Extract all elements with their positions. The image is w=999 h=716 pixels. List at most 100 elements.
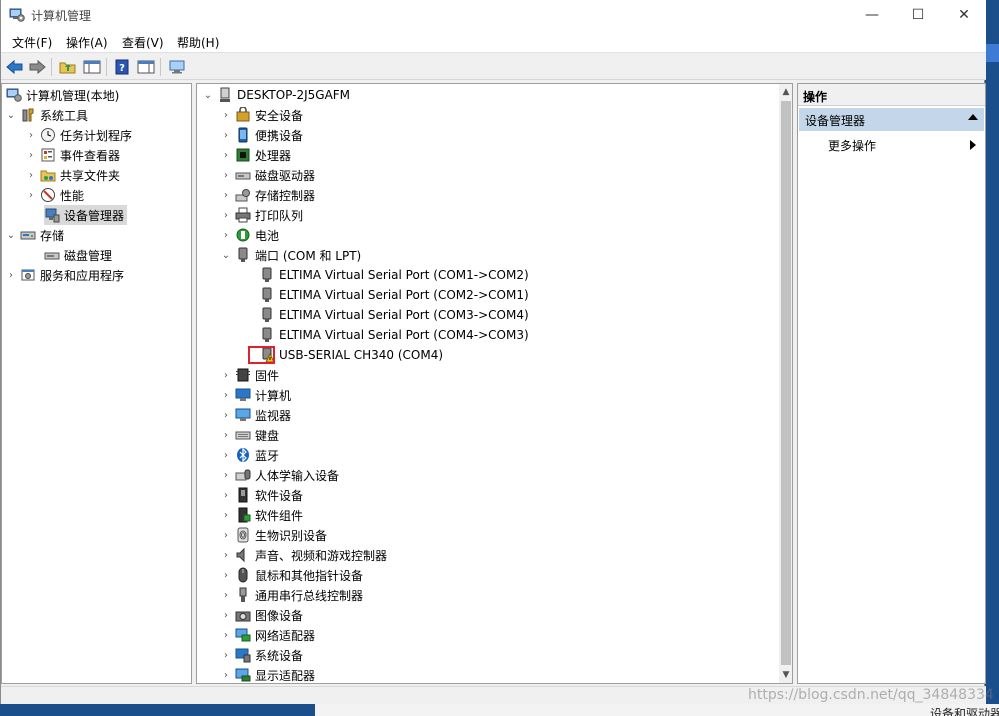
expand-chevron-icon[interactable]: › xyxy=(221,145,231,165)
expand-chevron-icon[interactable]: › xyxy=(221,385,231,405)
expand-chevron-icon[interactable]: › xyxy=(221,565,231,585)
submenu-arrow-icon[interactable] xyxy=(970,140,976,150)
close-button[interactable]: ✕ xyxy=(941,0,987,30)
collapse-chevron-icon[interactable]: ⌄ xyxy=(221,245,231,265)
up-one-level-button[interactable] xyxy=(58,57,78,77)
device-category[interactable]: › 鼠标和其他指针设备 xyxy=(221,565,363,585)
device-category[interactable]: › 监视器 xyxy=(221,405,291,425)
tree-item-storage[interactable]: ⌄ 存储 xyxy=(6,225,64,245)
expand-chevron-icon[interactable]: › xyxy=(221,445,231,465)
monitor-icon xyxy=(235,408,251,421)
device-category-label: 网络适配器 xyxy=(255,628,316,643)
expand-chevron-icon[interactable]: › xyxy=(221,625,231,645)
tree-item-system-tools[interactable]: ⌄ 系统工具 xyxy=(6,105,88,125)
expand-chevron-icon[interactable]: › xyxy=(221,585,231,605)
device-tree-root[interactable]: ⌄ DESKTOP-2J5GAFM xyxy=(203,85,350,105)
device-category-ports[interactable]: ⌄ 端口 (COM 和 LPT) xyxy=(221,245,361,265)
collapse-chevron-icon[interactable]: ⌄ xyxy=(203,85,213,105)
tree-item-event-viewer[interactable]: › 事件查看器 xyxy=(26,145,120,165)
toolbar-separator xyxy=(106,58,107,76)
expand-chevron-icon[interactable]: › xyxy=(221,125,231,145)
port-device-item[interactable]: ELTIMA Virtual Serial Port (COM2->COM1) xyxy=(259,285,529,305)
device-category[interactable]: › 存储控制器 xyxy=(221,185,315,205)
expand-chevron-icon[interactable]: › xyxy=(26,145,36,165)
menu-help[interactable]: 帮助(H) xyxy=(177,34,219,51)
expand-chevron-icon[interactable]: › xyxy=(221,105,231,125)
show-hide-console-tree-button[interactable] xyxy=(82,57,102,77)
back-button[interactable] xyxy=(5,57,25,77)
device-category[interactable]: › 系统设备 xyxy=(221,645,303,665)
device-category[interactable]: › 计算机 xyxy=(221,385,291,405)
device-category[interactable]: › 显示适配器 xyxy=(221,665,315,683)
device-category[interactable]: › 图像设备 xyxy=(221,605,303,625)
device-category[interactable]: › 固件 xyxy=(221,365,279,385)
expand-chevron-icon[interactable]: › xyxy=(221,545,231,565)
expand-chevron-icon[interactable]: › xyxy=(221,365,231,385)
expand-chevron-icon[interactable]: › xyxy=(221,465,231,485)
tree-item-disk-management[interactable]: 磁盘管理 xyxy=(44,245,112,265)
device-category[interactable]: › 声音、视频和游戏控制器 xyxy=(221,545,387,565)
expand-chevron-icon[interactable]: › xyxy=(26,125,36,145)
expand-chevron-icon[interactable]: › xyxy=(221,485,231,505)
device-category[interactable]: › 通用串行总线控制器 xyxy=(221,585,363,605)
collapse-chevron-icon[interactable]: ⌄ xyxy=(6,105,16,125)
expand-chevron-icon[interactable]: › xyxy=(221,185,231,205)
show-hide-action-pane-button[interactable] xyxy=(136,57,156,77)
device-category[interactable]: › 电池 xyxy=(221,225,279,245)
tree-item-services-applications[interactable]: › 服务和应用程序 xyxy=(6,265,124,285)
expand-chevron-icon[interactable]: › xyxy=(221,205,231,225)
action-pane-icon xyxy=(137,60,155,74)
expand-chevron-icon[interactable]: › xyxy=(26,165,36,185)
port-device-item[interactable]: ELTIMA Virtual Serial Port (COM4->COM3) xyxy=(259,325,529,345)
scroll-down-arrow-icon[interactable]: ▼ xyxy=(779,667,792,683)
minimize-button[interactable]: — xyxy=(849,0,895,30)
expand-chevron-icon[interactable]: › xyxy=(221,605,231,625)
expand-chevron-icon[interactable]: › xyxy=(6,265,16,285)
tree-root-item[interactable]: 计算机管理(本地) xyxy=(6,85,119,105)
port-device-item-warning[interactable]: USB-SERIAL CH340 (COM4) xyxy=(259,345,443,365)
expand-chevron-icon[interactable]: › xyxy=(221,225,231,245)
device-category-label: 固件 xyxy=(255,368,280,383)
maximize-button[interactable]: ☐ xyxy=(895,0,941,30)
device-category[interactable]: › 网络适配器 xyxy=(221,625,315,645)
expand-chevron-icon[interactable]: › xyxy=(26,185,36,205)
tree-item-task-scheduler[interactable]: › 任务计划程序 xyxy=(26,125,132,145)
vertical-scrollbar[interactable]: ▲ ▼ xyxy=(779,84,792,683)
port-device-item[interactable]: ELTIMA Virtual Serial Port (COM1->COM2) xyxy=(259,265,529,285)
device-category[interactable]: › 生物识别设备 xyxy=(221,525,327,545)
forward-button[interactable] xyxy=(27,57,47,77)
scrollbar-thumb[interactable] xyxy=(781,101,791,665)
scan-hardware-button[interactable] xyxy=(167,57,187,77)
expand-chevron-icon[interactable]: › xyxy=(221,405,231,425)
expand-chevron-icon[interactable]: › xyxy=(221,645,231,665)
device-category[interactable]: › 软件设备 xyxy=(221,485,303,505)
device-category[interactable]: › 蓝牙 xyxy=(221,445,279,465)
tree-item-shared-folders[interactable]: › 共享文件夹 xyxy=(26,165,120,185)
help-button[interactable]: ? xyxy=(112,57,132,77)
tree-item-performance[interactable]: › 性能 xyxy=(26,185,84,205)
expand-chevron-icon[interactable]: › xyxy=(221,505,231,525)
device-category[interactable]: › 处理器 xyxy=(221,145,291,165)
device-category[interactable]: › 打印队列 xyxy=(221,205,303,225)
menu-action[interactable]: 操作(A) xyxy=(66,34,108,51)
expand-chevron-icon[interactable]: › xyxy=(221,525,231,545)
expand-chevron-icon[interactable]: › xyxy=(221,165,231,185)
device-category[interactable]: › 键盘 xyxy=(221,425,279,445)
device-category[interactable]: › 软件组件 xyxy=(221,505,303,525)
device-category[interactable]: › 安全设备 xyxy=(221,105,303,125)
device-category[interactable]: › 便携设备 xyxy=(221,125,303,145)
menu-file[interactable]: 文件(F) xyxy=(12,34,52,51)
more-actions-item[interactable]: 更多操作 xyxy=(828,137,876,154)
menu-view[interactable]: 查看(V) xyxy=(122,34,164,51)
device-category[interactable]: › 磁盘驱动器 xyxy=(221,165,315,185)
device-category[interactable]: › 人体学输入设备 xyxy=(221,465,339,485)
scroll-up-arrow-icon[interactable]: ▲ xyxy=(779,84,792,100)
toolbar-separator xyxy=(160,58,161,76)
collapse-chevron-icon[interactable]: ⌄ xyxy=(6,225,16,245)
expand-chevron-icon[interactable]: › xyxy=(221,425,231,445)
expand-chevron-icon[interactable]: › xyxy=(221,665,231,683)
tree-item-device-manager[interactable]: 设备管理器 xyxy=(44,205,128,225)
port-device-item[interactable]: ELTIMA Virtual Serial Port (COM3->COM4) xyxy=(259,305,529,325)
collapse-up-arrow-icon[interactable] xyxy=(968,114,978,120)
actions-group-device-manager[interactable]: 设备管理器 xyxy=(799,108,984,131)
